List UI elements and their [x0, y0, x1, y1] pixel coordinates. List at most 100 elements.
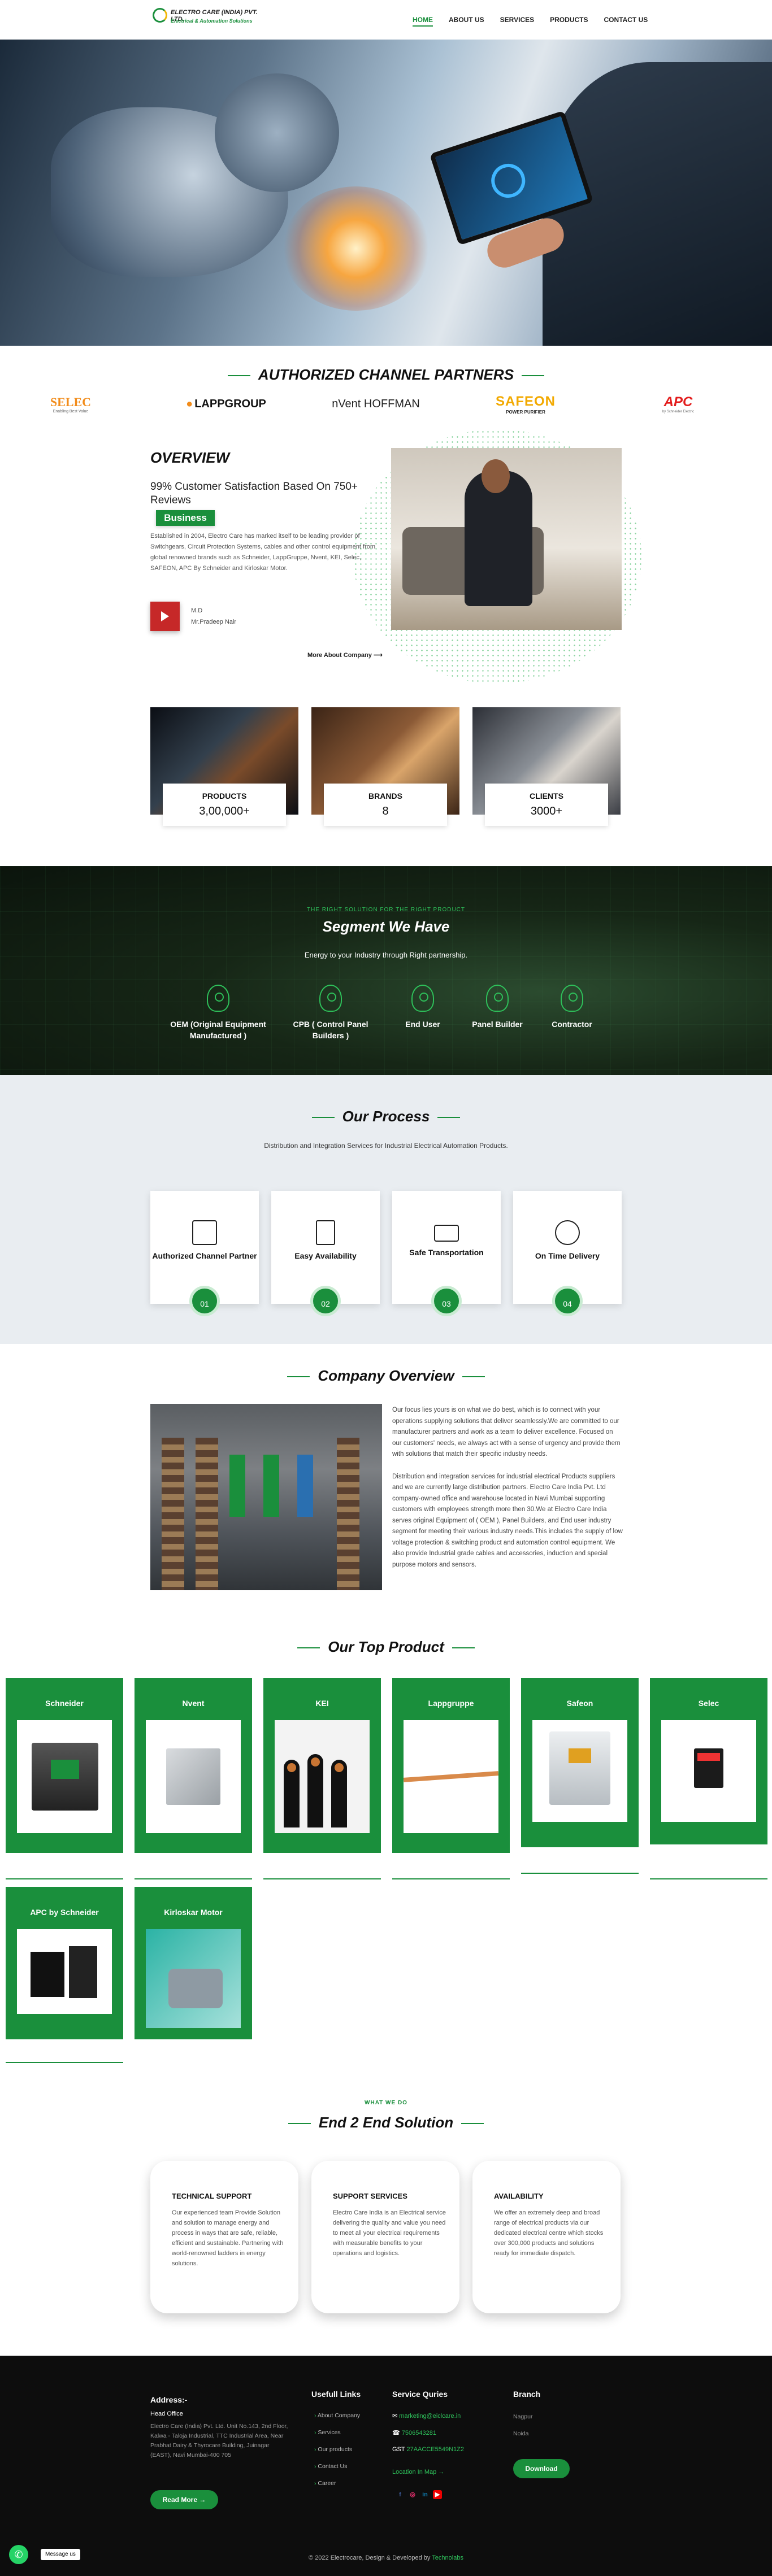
developer-link[interactable]: Technolabs [432, 2555, 463, 2561]
more-about-company-link[interactable]: More About Company ⟶ [307, 651, 383, 659]
banner-shape [297, 1455, 313, 1517]
stat-box: BRANDS 8 [324, 784, 447, 826]
partner-logo-nvent[interactable]: nVent HOFFMAN [328, 390, 424, 418]
segment-title: Segment We Have [322, 918, 450, 935]
nvent-wordmark: nVent HOFFMAN [332, 397, 420, 410]
process-section: Our Process Distribution and Integration… [0, 1075, 772, 1344]
process-label: Easy Availability [294, 1251, 357, 1260]
product-card-kei[interactable]: KEI [263, 1678, 381, 1879]
product-underline [135, 1878, 252, 1879]
heading-line-left [287, 1376, 310, 1378]
partner-logo-apc[interactable]: APC by Schneider Electric [650, 390, 706, 418]
company-title: Company Overview [318, 1367, 454, 1384]
product-card-safeon[interactable]: Safeon [521, 1678, 639, 1874]
e2e-card: AVAILABILITY We offer an extremely deep … [472, 2161, 621, 2313]
footer-email[interactable]: ✉ marketing@eiclcare.in [392, 2412, 461, 2420]
location-map-link[interactable]: Location In Map → [392, 2469, 444, 2475]
process-number: 01 [189, 1286, 220, 1316]
delivery-icon [555, 1220, 580, 1245]
apc-wordmark: APC [663, 394, 693, 410]
product-name: Safeon [566, 1699, 593, 1708]
product-card-schneider[interactable]: Schneider [6, 1678, 123, 1879]
footer-link-products[interactable]: Our products [314, 2446, 352, 2453]
product-underline [521, 1873, 639, 1874]
segment-item-contractor: Contractor [510, 985, 634, 1030]
play-video-button[interactable] [150, 602, 180, 631]
nav-products[interactable]: PRODUCTS [550, 16, 588, 27]
copyright-label: © 2022 Electrocare, Design & Developed b… [309, 2555, 431, 2561]
md-photo [391, 448, 622, 630]
segment-section: THE RIGHT SOLUTION FOR THE RIGHT PRODUCT… [0, 866, 772, 1075]
spark-glow [283, 186, 430, 311]
partner-logo-lapp[interactable]: ● LAPPGROUP [181, 390, 271, 418]
email-text: marketing@eiclcare.in [399, 2413, 461, 2420]
partner-logo-selec[interactable]: SELEC Enabling Best Value [45, 390, 96, 418]
logo-mark-icon [153, 8, 167, 23]
youtube-icon[interactable]: ▶ [433, 2490, 442, 2499]
e2e-heading: End 2 End Solution [0, 2114, 772, 2131]
product-card-kirloskar[interactable]: Kirloskar Motor [135, 1887, 252, 2039]
selec-wordmark: SELEC [50, 394, 92, 409]
whatsapp-message-label[interactable]: Message us [41, 2549, 80, 2560]
footer-link-contact[interactable]: Contact Us [314, 2463, 347, 2470]
facebook-icon[interactable]: f [396, 2490, 405, 2499]
process-subtitle: Distribution and Integration Services fo… [264, 1142, 508, 1150]
branch-nagpur: Nagpur [513, 2413, 533, 2420]
rack-shape [337, 1438, 359, 1590]
nav-contact-us[interactable]: CONTACT US [604, 16, 648, 27]
selec-tagline: Enabling Best Value [53, 409, 89, 414]
robot-joint-shape [215, 73, 339, 192]
product-image [403, 1720, 499, 1833]
product-image [146, 1720, 241, 1833]
segment-label: OEM (Original Equipment Manufactured ) [170, 1020, 266, 1040]
more-about-label: More About Company [307, 652, 372, 659]
nav-about-us[interactable]: ABOUT US [449, 16, 484, 27]
footer-address-title: Address:- [150, 2395, 188, 2404]
footer-link-services[interactable]: Services [314, 2429, 340, 2436]
linkedin-icon[interactable]: in [420, 2490, 430, 2499]
gst-value: 27AACCE5549N1Z2 [406, 2446, 464, 2453]
product-name: Kirloskar Motor [164, 1908, 223, 1917]
nav-home[interactable]: HOME [413, 16, 433, 27]
e2e-card: TECHNICAL SUPPORT Our experienced team P… [150, 2161, 298, 2313]
products-title: Our Top Product [328, 1638, 444, 1655]
company-text: Our focus lies yours is on what we do be… [392, 1405, 624, 1582]
company-paragraph-2: Distribution and integration services fo… [392, 1473, 623, 1568]
partner-logo-safeon[interactable]: SAFEON POWER PURIFIER [486, 390, 565, 418]
tablet-chart-icon [487, 159, 530, 202]
whatsapp-icon[interactable]: ✆ [9, 2545, 28, 2564]
brand-logo[interactable]: ELECTRO CARE (INDIA) PVT. LTD. Electrica… [153, 7, 260, 32]
process-label: On Time Delivery [535, 1251, 600, 1260]
product-card-selec[interactable]: Selec [650, 1678, 767, 1879]
product-name: KEI [315, 1699, 329, 1708]
arrow-right-icon: → [199, 2496, 206, 2504]
product-name: APC by Schneider [30, 1908, 99, 1917]
stat-label: BRANDS [368, 791, 402, 800]
heading-line-left [311, 1117, 335, 1119]
process-heading: Our Process [0, 1108, 772, 1125]
business-badge: Business [156, 510, 215, 526]
e2e-card-title: TECHNICAL SUPPORT [172, 2192, 252, 2200]
process-number: 02 [310, 1286, 341, 1316]
read-more-button[interactable]: Read More → [150, 2490, 218, 2509]
overview-paragraph: Established in 2004, Electro Care has ma… [150, 533, 376, 572]
apc-tagline: by Schneider Electric [662, 410, 695, 414]
footer-phone[interactable]: ☎ 7506543281 [392, 2429, 436, 2436]
nav-services[interactable]: SERVICES [500, 16, 534, 27]
product-underline [392, 1878, 510, 1879]
product-underline [263, 1878, 381, 1879]
download-button[interactable]: Download [513, 2459, 570, 2478]
product-card-nvent[interactable]: Nvent [135, 1678, 252, 1879]
panel-builder-icon [486, 985, 509, 1012]
product-image [17, 1929, 112, 2014]
e2e-card-title: SUPPORT SERVICES [333, 2192, 407, 2200]
footer-link-about[interactable]: About Company [314, 2412, 360, 2419]
stat-value: 3000+ [530, 805, 563, 817]
footer-link-career[interactable]: Career [314, 2480, 336, 2487]
product-card-apc[interactable]: APC by Schneider [6, 1887, 123, 2063]
heading-line-right [452, 1647, 475, 1649]
heading-line-left [288, 2123, 311, 2125]
main-nav: HOME ABOUT US SERVICES PRODUCTS CONTACT … [413, 16, 648, 27]
product-card-lappgruppe[interactable]: Lappgruppe [392, 1678, 510, 1879]
instagram-icon[interactable]: ◎ [408, 2490, 417, 2499]
